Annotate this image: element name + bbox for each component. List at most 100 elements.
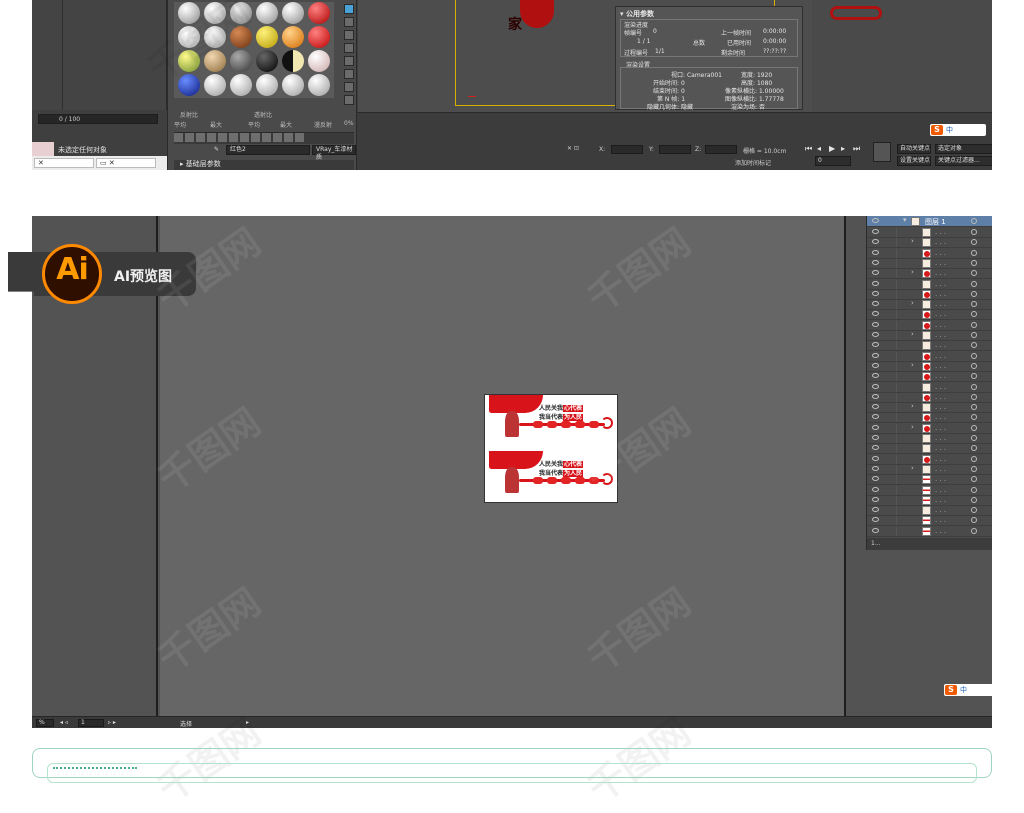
set-key-icon[interactable] bbox=[873, 142, 891, 162]
target-circle-icon[interactable] bbox=[971, 527, 977, 534]
target-circle-icon[interactable] bbox=[971, 218, 977, 224]
artboard-next-icon[interactable]: ▹ ▸ bbox=[108, 719, 116, 726]
layer-row[interactable]: . . . bbox=[867, 526, 992, 537]
expand-arrow-icon[interactable]: › bbox=[911, 423, 914, 431]
ime-indicator[interactable]: 中 bbox=[944, 684, 992, 696]
visibility-eye-icon[interactable] bbox=[872, 424, 879, 430]
visibility-eye-icon[interactable] bbox=[872, 496, 879, 502]
visibility-eye-icon[interactable] bbox=[872, 373, 879, 379]
video-check-icon[interactable] bbox=[344, 56, 354, 66]
put-to-library-icon[interactable] bbox=[240, 133, 249, 142]
visibility-eye-icon[interactable] bbox=[872, 280, 879, 286]
target-circle-icon[interactable] bbox=[971, 414, 977, 421]
visibility-eye-icon[interactable] bbox=[872, 393, 879, 399]
visibility-eye-icon[interactable] bbox=[872, 527, 879, 533]
material-slot[interactable] bbox=[256, 2, 278, 24]
lock-column[interactable] bbox=[896, 310, 897, 320]
go-forward-icon[interactable] bbox=[295, 133, 304, 142]
z-coordinate[interactable] bbox=[705, 145, 737, 154]
reset-map-icon[interactable] bbox=[207, 133, 216, 142]
copy-material-icon[interactable] bbox=[218, 133, 227, 142]
expand-arrow-icon[interactable]: › bbox=[911, 237, 914, 245]
unique-icon[interactable] bbox=[229, 133, 238, 142]
material-slot[interactable] bbox=[230, 50, 252, 72]
get-material-icon[interactable] bbox=[174, 133, 183, 142]
visibility-eye-icon[interactable] bbox=[872, 239, 879, 245]
lock-column[interactable] bbox=[896, 372, 897, 382]
target-circle-icon[interactable] bbox=[971, 270, 977, 277]
lock-column[interactable] bbox=[896, 516, 897, 526]
visibility-eye-icon[interactable] bbox=[872, 455, 879, 461]
target-circle-icon[interactable] bbox=[971, 239, 977, 246]
options-icon[interactable] bbox=[344, 82, 354, 92]
current-frame-field[interactable]: 0 bbox=[815, 156, 851, 166]
lock-column[interactable] bbox=[896, 485, 897, 495]
lock-column[interactable] bbox=[896, 413, 897, 423]
expand-arrow-icon[interactable]: ▾ bbox=[903, 216, 907, 224]
layer-row-top[interactable]: ▾ 图层 1 bbox=[867, 216, 992, 227]
target-circle-icon[interactable] bbox=[971, 424, 977, 431]
x-coordinate[interactable] bbox=[611, 145, 643, 154]
target-circle-icon[interactable] bbox=[971, 280, 977, 287]
material-slot[interactable] bbox=[282, 74, 304, 96]
target-circle-icon[interactable] bbox=[971, 259, 977, 266]
visibility-eye-icon[interactable] bbox=[872, 352, 879, 358]
expand-arrow-icon[interactable]: › bbox=[911, 299, 914, 307]
material-id-icon[interactable] bbox=[251, 133, 260, 142]
visibility-eye-icon[interactable] bbox=[872, 517, 879, 523]
zoom-field[interactable]: % bbox=[36, 719, 54, 727]
target-circle-icon[interactable] bbox=[971, 435, 977, 441]
go-to-start-icon[interactable]: ⏮ bbox=[805, 144, 813, 153]
target-circle-icon[interactable] bbox=[971, 445, 977, 452]
visibility-eye-icon[interactable] bbox=[872, 301, 879, 307]
target-circle-icon[interactable] bbox=[971, 393, 977, 400]
visibility-eye-icon[interactable] bbox=[872, 404, 879, 410]
go-to-parent-icon[interactable] bbox=[284, 133, 293, 142]
target-circle-icon[interactable] bbox=[971, 342, 977, 349]
expand-arrow-icon[interactable]: › bbox=[911, 361, 914, 369]
base-layer-rollout[interactable]: ▸ 基础层参数 bbox=[174, 160, 354, 170]
material-slot[interactable] bbox=[204, 74, 226, 96]
lock-column[interactable] bbox=[896, 331, 897, 340]
target-circle-icon[interactable] bbox=[971, 373, 977, 380]
material-name-field[interactable]: 红色2 bbox=[226, 145, 310, 155]
uv-tiling-icon[interactable] bbox=[344, 43, 354, 53]
visibility-eye-icon[interactable] bbox=[872, 270, 879, 276]
material-slot[interactable] bbox=[308, 2, 330, 24]
target-circle-icon[interactable] bbox=[971, 507, 977, 514]
target-circle-icon[interactable] bbox=[971, 321, 977, 328]
sample-type-icon[interactable] bbox=[344, 4, 354, 14]
show-end-result-icon[interactable] bbox=[273, 133, 282, 142]
material-slot[interactable] bbox=[308, 26, 330, 48]
target-circle-icon[interactable] bbox=[971, 249, 977, 256]
target-circle-icon[interactable] bbox=[971, 517, 977, 524]
visibility-eye-icon[interactable] bbox=[872, 218, 879, 223]
ime-indicator[interactable]: 中 bbox=[930, 124, 986, 136]
target-circle-icon[interactable] bbox=[971, 496, 977, 503]
visibility-eye-icon[interactable] bbox=[872, 259, 879, 265]
target-circle-icon[interactable] bbox=[971, 332, 977, 338]
material-slot[interactable] bbox=[282, 50, 304, 72]
target-circle-icon[interactable] bbox=[971, 352, 977, 359]
material-slot[interactable] bbox=[308, 50, 330, 72]
target-circle-icon[interactable] bbox=[971, 311, 977, 318]
y-coordinate[interactable] bbox=[659, 145, 691, 154]
target-circle-icon[interactable] bbox=[971, 476, 977, 483]
visibility-eye-icon[interactable] bbox=[872, 383, 879, 389]
expand-arrow-icon[interactable]: › bbox=[911, 330, 914, 338]
lock-column[interactable] bbox=[896, 506, 897, 516]
window-tab-1[interactable]: ✕ bbox=[34, 158, 94, 168]
time-slider[interactable]: 0 / 100 bbox=[38, 114, 158, 124]
lock-column[interactable] bbox=[896, 464, 897, 474]
visibility-eye-icon[interactable] bbox=[872, 445, 879, 451]
lock-column[interactable] bbox=[896, 526, 897, 536]
assign-material-icon[interactable] bbox=[196, 133, 205, 142]
target-circle-icon[interactable] bbox=[971, 486, 977, 493]
lock-column[interactable] bbox=[896, 300, 897, 310]
lock-column[interactable] bbox=[896, 351, 897, 361]
visibility-eye-icon[interactable] bbox=[872, 342, 879, 348]
artboard-number-field[interactable]: 1 bbox=[78, 719, 104, 727]
visibility-eye-icon[interactable] bbox=[872, 435, 879, 440]
lock-column[interactable] bbox=[896, 248, 897, 258]
visibility-eye-icon[interactable] bbox=[872, 465, 879, 471]
